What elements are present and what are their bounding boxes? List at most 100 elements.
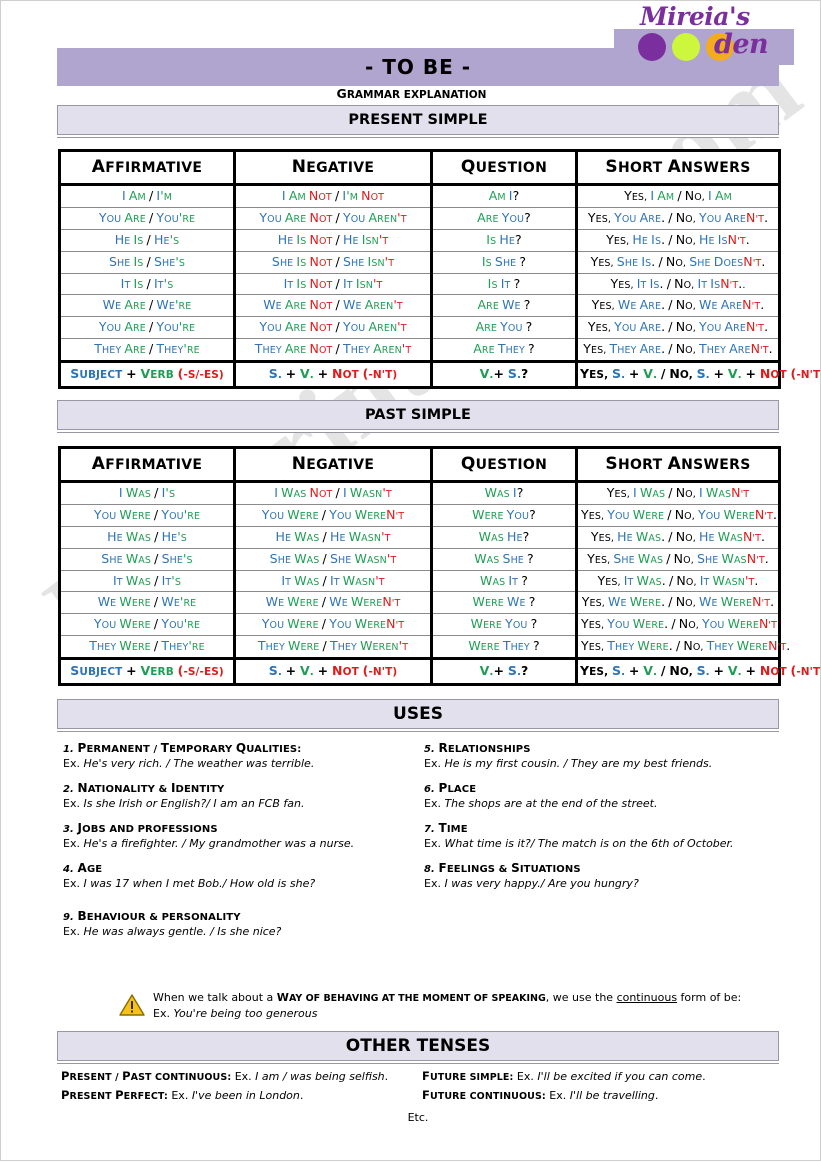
- use-item: 8. FEELINGS & SITUATIONS Ex. I was very h…: [424, 861, 773, 890]
- cell-question: WERE THEY ?: [430, 635, 578, 659]
- use-title: 7. TIME: [424, 821, 468, 835]
- cell-affirmative: WE ARE / WE'RE: [58, 294, 236, 318]
- use-item: 7. TIME Ex. What time is it?/ The match i…: [424, 821, 773, 850]
- cell-negative: I AM NOT / I'M NOT: [233, 184, 433, 208]
- cell-affirmative: THEY ARE / THEY'RE: [58, 338, 236, 362]
- cell-negative: WE WERE / WE WEREN'T: [233, 591, 433, 615]
- use-title: 5. RELATIONSHIPS: [424, 741, 531, 755]
- formula-affirmative: SUBJECT + VERB (-S/-ES): [58, 656, 236, 687]
- cell-question: ARE YOU?: [430, 206, 578, 230]
- table-row: THEY ARE / THEY'RE THEY ARE NOT / THEY AR…: [58, 338, 781, 362]
- table-row: THEY WERE / THEY'RE THEY WERE / THEY WERE…: [58, 635, 790, 659]
- formula-question: V.+ S.?: [430, 359, 578, 390]
- cell-answer: YES, YOU WERE / NO, YOU WEREN'T.: [575, 503, 781, 527]
- other-tense-line: FUTURE CONTINUOUS: Ex. I'll be travellin…: [422, 1088, 659, 1102]
- cell-negative: I WAS NOT / I WASN'T: [233, 481, 433, 505]
- formula-affirmative: SUBJECT + VERB (-S/-ES): [58, 359, 236, 390]
- formula-question: V.+ S.?: [430, 656, 578, 687]
- etc-label: Etc.: [407, 1111, 429, 1124]
- use-item: 2. NATIONALITY & IDENTITY Ex. Is she Iris…: [63, 781, 412, 810]
- cell-affirmative: YOU WERE / YOU'RE: [58, 613, 236, 637]
- cell-negative: HE IS NOT / HE ISN'T: [233, 228, 433, 252]
- cell-question: IS SHE ?: [430, 250, 578, 274]
- use-item: 9. BEHAVIOUR & PERSONALITY Ex. He was alw…: [63, 909, 773, 938]
- cell-question: WAS SHE ?: [430, 547, 578, 571]
- use-example: Ex. The shops are at the end of the stre…: [424, 797, 658, 810]
- cell-question: AM I?: [430, 184, 578, 208]
- cell-question: IS HE?: [430, 228, 578, 252]
- cell-answer: YES, YOU WERE. / NO, YOU WEREN'T.: [575, 613, 781, 637]
- cell-affirmative: HE IS / HE'S: [58, 228, 236, 252]
- section-header-present-simple: PRESENT SIMPLE: [57, 105, 779, 135]
- table-header-row: AFFIRMATIVE NEGATIVE QUESTION SHORT ANSWERS: [58, 149, 781, 186]
- cell-affirmative: I AM / I'M: [58, 184, 236, 208]
- table-header-row: AFFIRMATIVE NEGATIVE QUESTION SHORT ANSWERS: [58, 446, 781, 483]
- cell-negative: IT IS NOT / IT ISN'T: [233, 272, 433, 296]
- table-row: WE WERE / WE'RE WE WERE / WE WEREN'T WERE …: [58, 591, 781, 615]
- cell-question: WAS HE?: [430, 525, 578, 549]
- other-tenses-column-left: PRESENT / PAST CONTINUOUS: Ex. I am / wa…: [57, 1069, 418, 1107]
- subtitle-rest: RAMMAR EXPLANATION: [346, 89, 487, 101]
- page-subtitle: GRAMMAR EXPLANATION: [1, 86, 821, 101]
- use-example: Ex. I was 17 when I met Bob./ How old is…: [63, 877, 316, 890]
- formula-answer: YES, S. + V. / NO, S. + V. + NOT (-N'T): [575, 359, 821, 390]
- cell-affirmative: SHE WAS / SHE'S: [58, 547, 236, 571]
- cell-affirmative: I WAS / I'S: [58, 481, 236, 505]
- table-row: HE WAS / HE'S HE WAS / HE WASN'T WAS HE? YE…: [58, 525, 781, 549]
- section-header-past-simple: PAST SIMPLE: [57, 400, 779, 430]
- other-tenses-section: PRESENT / PAST CONTINUOUS: Ex. I am / wa…: [57, 1063, 779, 1124]
- table-row: SHE IS / SHE'S SHE IS NOT / SHE ISN'T IS S…: [58, 250, 781, 274]
- cell-question: WERE YOU ?: [430, 613, 578, 637]
- table-row: IT IS / IT'S IT IS NOT / IT ISN'T IS IT ? Y…: [58, 272, 781, 296]
- column-header-uestion: QUESTION: [430, 149, 578, 186]
- section-title-past-simple: PAST SIMPLE: [365, 407, 471, 423]
- cell-negative: IT WAS / IT WASN'T: [233, 569, 433, 593]
- other-tense-line: FUTURE SIMPLE: Ex. I'll be excited if yo…: [422, 1069, 706, 1083]
- uses-column-left: 1. PERMANENT / TEMPORARY QUALITIES: Ex. H…: [57, 741, 418, 901]
- table-row: YOU WERE / YOU'RE YOU WERE / YOU WEREN'T W…: [58, 503, 781, 527]
- section-header-uses: USES: [57, 699, 779, 729]
- uses-item-nine: 9. BEHAVIOUR & PERSONALITY Ex. He was alw…: [57, 909, 779, 938]
- cell-negative: THEY ARE NOT / THEY AREN'T: [233, 338, 433, 362]
- section-header-other-tenses: OTHER TENSES: [57, 1031, 779, 1061]
- cell-affirmative: SHE IS / SHE'S: [58, 250, 236, 274]
- cell-answer: YES, I AM / NO, I AM: [575, 184, 781, 208]
- cell-question: ARE THEY ?: [430, 338, 578, 362]
- note-text: When we talk about a WAY OF BEHAVING AT …: [153, 991, 742, 1020]
- note-row: When we talk about a WAY OF BEHAVING AT …: [57, 990, 779, 1022]
- use-title: 2. NATIONALITY & IDENTITY: [63, 781, 225, 795]
- cell-answer: YES, THEY WERE. / NO, THEY WEREN'T.: [575, 635, 790, 659]
- table-row: YOU ARE / YOU'RE YOU ARE NOT / YOU AREN'T…: [58, 206, 781, 230]
- cell-answer: YES, I WAS / NO, I WASN'T: [575, 481, 781, 505]
- use-example: Ex. He's a firefighter. / My grandmother…: [63, 837, 355, 850]
- section-title-uses: USES: [393, 704, 443, 724]
- formula-negative: S. + V. + NOT (-N'T): [233, 656, 433, 687]
- worksheet-page: ESLprintables.com Mireia's den - TO BE -…: [0, 0, 821, 1161]
- cell-question: WERE YOU?: [430, 503, 578, 527]
- cell-question: ARE WE ?: [430, 294, 578, 318]
- cell-negative: SHE IS NOT / SHE ISN'T: [233, 250, 433, 274]
- table-body: I AM / I'M I AM NOT / I'M NOT AM I? YES, I …: [58, 184, 821, 390]
- cell-question: IS IT ?: [430, 272, 578, 296]
- use-example: Ex. What time is it?/ The match is on th…: [424, 837, 734, 850]
- use-example: Ex. Is she Irish or English?/ I am an FC…: [63, 797, 305, 810]
- cell-affirmative: YOU ARE / YOU'RE: [58, 316, 236, 340]
- table-row: SHE WAS / SHE'S SHE WAS / SHE WASN'T WAS S…: [58, 547, 781, 571]
- cell-answer: YES, HE IS. / NO, HE ISN'T.: [575, 228, 781, 252]
- logo-wordmark: Mireia's: [640, 2, 750, 31]
- logo-dot-green-icon: [672, 33, 700, 61]
- cell-answer: YES, IT IS. / NO, IT ISN'T..: [575, 272, 781, 296]
- warning-triangle-icon: [119, 993, 145, 1017]
- cell-negative: YOU WERE / YOU WEREN'T: [233, 503, 433, 527]
- table-row: HE IS / HE'S HE IS NOT / HE ISN'T IS HE? YE…: [58, 228, 781, 252]
- other-tenses-column-right: FUTURE SIMPLE: Ex. I'll be excited if yo…: [418, 1069, 779, 1107]
- past-simple-table: AFFIRMATIVE NEGATIVE QUESTION SHORT ANSWERS…: [58, 446, 821, 687]
- use-item: 1. PERMANENT / TEMPORARY QUALITIES: Ex. H…: [63, 741, 412, 770]
- use-item: 3. JOBS AND PROFESSIONS Ex. He's a firefi…: [63, 821, 412, 850]
- use-item: 5. RELATIONSHIPS Ex. He is my first cousi…: [424, 741, 773, 770]
- cell-answer: YES, SHE WAS / NO, SHE WASN'T.: [575, 547, 781, 571]
- cell-affirmative: HE WAS / HE'S: [58, 525, 236, 549]
- cell-question: ARE YOU ?: [430, 316, 578, 340]
- table-formula-row: SUBJECT + VERB (-S/-ES) S. + V. + NOT (-N…: [58, 359, 821, 390]
- logo-dot-purple-icon: [638, 33, 666, 61]
